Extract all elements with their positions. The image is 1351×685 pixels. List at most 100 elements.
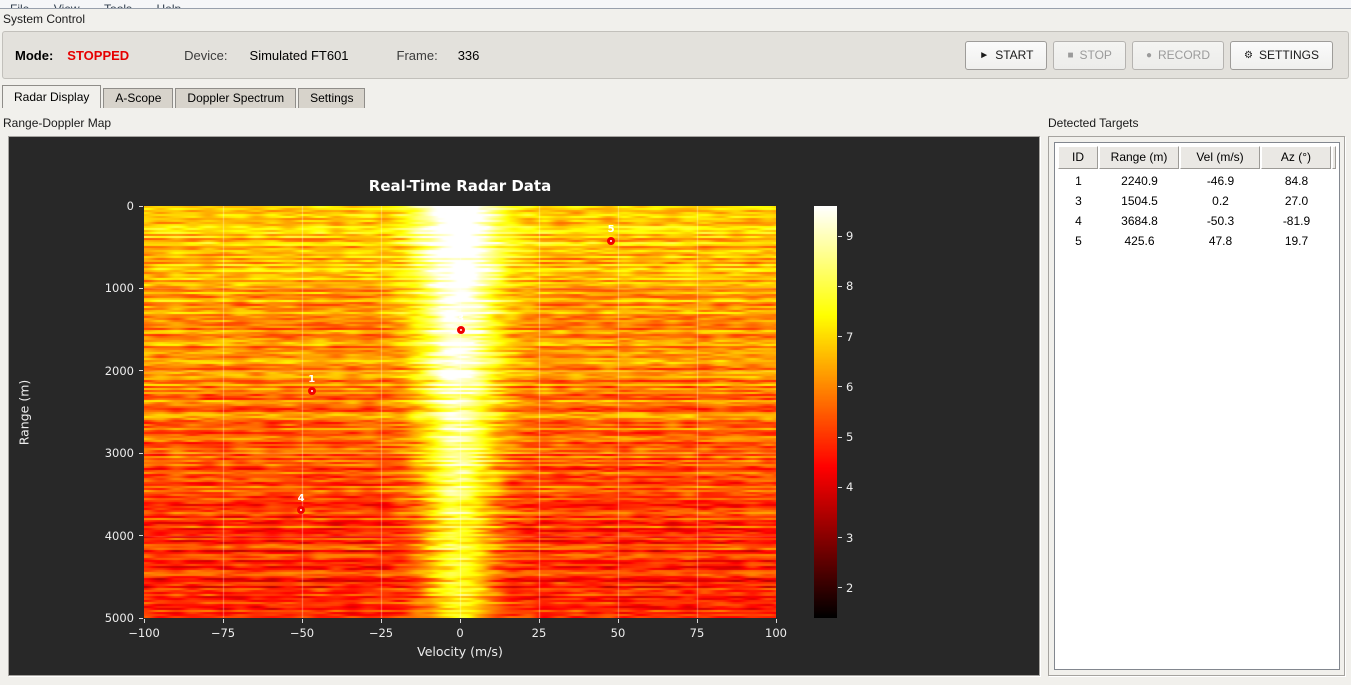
table-cell: 5 xyxy=(1075,234,1082,248)
table-cell: 27.0 xyxy=(1284,194,1309,208)
table-cell: 4 xyxy=(1075,214,1082,228)
tab-doppler-spectrum[interactable]: Doppler Spectrum xyxy=(175,88,297,108)
target-marker xyxy=(297,505,306,514)
colorbar-tick-mark xyxy=(838,436,842,438)
detected-targets-label: Detected Targets xyxy=(1048,116,1139,130)
y-axis-label: Range (m) xyxy=(16,379,32,446)
menu-file[interactable]: File xyxy=(0,1,39,8)
target-marker-label: 1 xyxy=(308,373,316,385)
colorbar-tick-mark xyxy=(838,235,842,237)
column-header-az[interactable]: Az (°) xyxy=(1261,146,1331,169)
column-header-range-m[interactable]: Range (m) xyxy=(1099,146,1179,169)
x-tick-label: 50 xyxy=(610,626,626,640)
colorbar-canvas xyxy=(814,206,837,618)
table-cell: 0.2 xyxy=(1212,194,1229,208)
table-row[interactable]: 1 2240.9 -46.9 84.8 xyxy=(1058,171,1336,191)
colorbar-tick-mark xyxy=(838,486,842,488)
table-header-row: ID Range (m) Vel (m/s) Az (°) xyxy=(1058,146,1336,169)
frame-label: Frame: xyxy=(396,47,438,63)
detected-targets-panel: ID Range (m) Vel (m/s) Az (°) 1 2240.9 -46.9 8… xyxy=(1048,136,1345,676)
main-tab-bar: Radar Display A-Scope Doppler Spectrum S… xyxy=(2,85,367,108)
column-header-id[interactable]: ID xyxy=(1058,146,1098,169)
table-row[interactable]: 5 425.6 47.8 19.7 xyxy=(1058,231,1336,251)
record-icon: ● xyxy=(1145,49,1152,61)
stop-icon: ■ xyxy=(1067,49,1074,61)
menu-tools[interactable]: Tools xyxy=(94,1,142,8)
detected-targets-table: ID Range (m) Vel (m/s) Az (°) 1 2240.9 -46.9 8… xyxy=(1054,142,1340,670)
x-tick-mark xyxy=(775,619,777,623)
table-cell: 3684.8 xyxy=(1121,214,1158,228)
column-header-vel-m-s[interactable]: Vel (m/s) xyxy=(1180,146,1260,169)
table-cell: 1504.5 xyxy=(1121,194,1158,208)
table-cell: -81.9 xyxy=(1282,214,1311,228)
menu-view[interactable]: View xyxy=(44,1,90,8)
colorbar-tick-mark xyxy=(838,336,842,338)
colorbar-tick-label: 6 xyxy=(846,379,854,394)
colorbar-tick-mark xyxy=(838,285,842,287)
stop-button[interactable]: ■ STOP xyxy=(1053,40,1126,70)
tab-a-scope[interactable]: A-Scope xyxy=(103,88,174,108)
target-marker-label: 5 xyxy=(607,224,615,236)
y-tick-mark xyxy=(139,205,143,207)
tab-settings[interactable]: Settings xyxy=(298,88,366,108)
record-button[interactable]: ● RECORD xyxy=(1131,40,1225,70)
colorbar-tick-label: 5 xyxy=(846,430,854,445)
y-tick-mark xyxy=(139,370,143,372)
range-doppler-map-label: Range-Doppler Map xyxy=(3,116,112,130)
x-tick-mark xyxy=(696,619,698,623)
table-cell: 3 xyxy=(1075,194,1082,208)
settings-button[interactable]: ⚙ SETTINGS xyxy=(1230,40,1333,70)
colorbar-tick-label: 9 xyxy=(846,229,854,244)
y-tick-label: 0 xyxy=(126,199,134,213)
colorbar-tick-mark xyxy=(838,386,842,388)
status-readout: Mode: STOPPED Device: Simulated FT601 Fr… xyxy=(15,48,479,63)
x-tick-label: −100 xyxy=(128,626,160,640)
target-marker xyxy=(607,237,616,246)
menu-help[interactable]: Help xyxy=(147,1,192,8)
x-tick-mark xyxy=(617,619,619,623)
menu-bar: File View Tools Help xyxy=(0,0,1351,9)
chart-title: Real-Time Radar Data xyxy=(368,177,552,195)
colorbar-tick-label: 4 xyxy=(846,480,854,495)
x-tick-mark xyxy=(459,619,461,623)
colorbar-tick-mark xyxy=(838,537,842,539)
y-tick-label: 3000 xyxy=(104,446,134,461)
x-axis-label: Velocity (m/s) xyxy=(417,644,503,659)
target-marker xyxy=(456,325,465,334)
table-body: 1 2240.9 -46.9 84.8 3 1504.5 0.2 27.0 4 3684.8 -50… xyxy=(1058,171,1336,251)
x-tick-label: −75 xyxy=(210,626,236,640)
table-cell: -50.3 xyxy=(1206,214,1235,228)
colorbar-tick-label: 3 xyxy=(846,530,854,545)
target-marker-label: 3 xyxy=(457,312,465,324)
x-tick-mark xyxy=(538,619,540,623)
table-cell: 425.6 xyxy=(1124,234,1155,248)
y-tick-label: 1000 xyxy=(104,281,134,296)
y-tick-mark xyxy=(139,535,143,537)
table-cell: 2240.9 xyxy=(1121,174,1158,188)
colorbar-tick-label: 2 xyxy=(846,580,854,595)
table-row[interactable]: 4 3684.8 -50.3 -81.9 xyxy=(1058,211,1336,231)
x-tick-mark xyxy=(143,619,145,623)
system-control-group-label: System Control xyxy=(3,12,86,26)
table-cell: 19.7 xyxy=(1284,234,1309,248)
x-tick-label: 0 xyxy=(456,626,464,640)
table-cell: -46.9 xyxy=(1206,174,1235,188)
x-tick-label: 75 xyxy=(689,626,705,640)
colorbar-tick-mark xyxy=(838,587,842,589)
tab-radar-display[interactable]: Radar Display xyxy=(2,85,102,108)
mode-value: STOPPED xyxy=(67,47,130,63)
x-tick-label: 25 xyxy=(531,626,547,640)
x-tick-mark xyxy=(301,619,303,623)
start-button[interactable]: ► START xyxy=(965,40,1048,70)
table-cell: 47.8 xyxy=(1208,234,1233,248)
system-control-toolbar: Mode: STOPPED Device: Simulated FT601 Fr… xyxy=(2,31,1349,79)
y-tick-mark xyxy=(139,617,143,619)
toolbar-buttons: ► START ■ STOP ● RECORD ⚙ SETTINGS xyxy=(965,40,1333,70)
column-header-stub xyxy=(1332,146,1336,169)
colorbar-tick-label: 7 xyxy=(846,329,854,344)
y-tick-label: 2000 xyxy=(104,363,134,378)
device-label: Device: xyxy=(184,47,228,63)
gear-icon: ⚙ xyxy=(1244,49,1253,61)
table-row[interactable]: 3 1504.5 0.2 27.0 xyxy=(1058,191,1336,211)
y-tick-mark xyxy=(139,452,143,454)
